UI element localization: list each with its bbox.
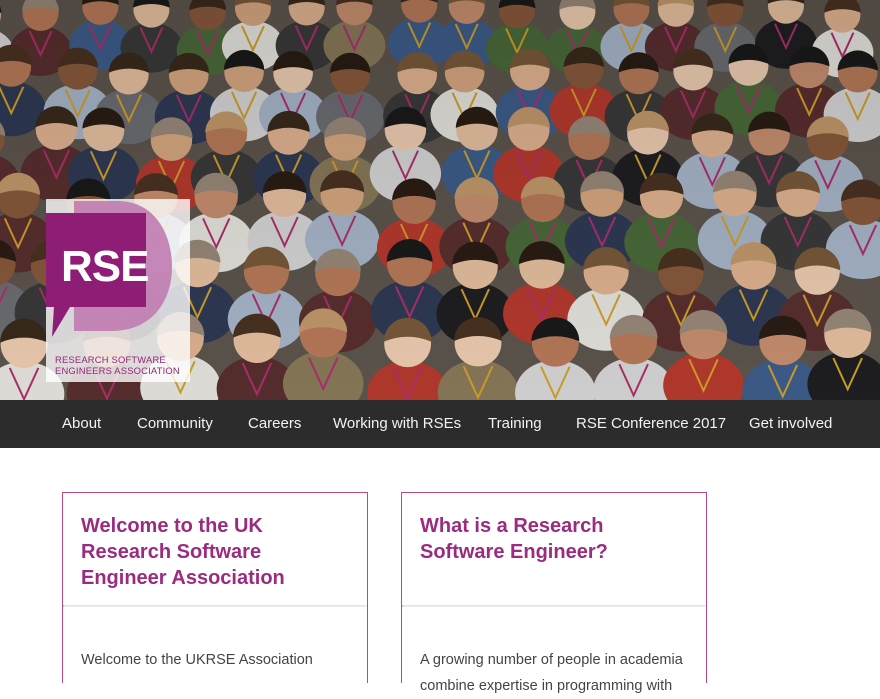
nav-training[interactable]: Training — [488, 400, 542, 448]
welcome-card: Welcome to the UK Research Software Engi… — [62, 492, 368, 683]
nav-rse-conference-2017[interactable]: RSE Conference 2017 — [576, 400, 726, 448]
card-divider — [402, 605, 706, 607]
welcome-card-text: Welcome to the UKRSE Association — [81, 652, 313, 668]
what-is-rse-card-title[interactable]: What is a Research Software Engineer? — [420, 513, 688, 605]
logo-subtitle: RESEARCH SOFTWARE ENGINEERS ASSOCIATION — [55, 354, 187, 376]
logo-subtitle-line2: ENGINEERS ASSOCIATION — [55, 365, 180, 376]
rse-logo[interactable]: RSE RESEARCH SOFTWARE ENGINEERS ASSOCIAT… — [46, 199, 190, 382]
nav-careers[interactable]: Careers — [248, 400, 301, 448]
nav-community[interactable]: Community — [137, 400, 213, 448]
card-divider — [63, 605, 367, 607]
logo-subtitle-line1: RESEARCH SOFTWARE — [55, 354, 166, 365]
welcome-card-title[interactable]: Welcome to the UK Research Software Engi… — [81, 513, 349, 605]
logo-letters: RSE — [61, 242, 149, 291]
nav-about[interactable]: About — [62, 400, 101, 448]
main-nav: About Community Careers Working with RSE… — [0, 400, 880, 448]
nav-get-involved[interactable]: Get involved — [749, 400, 832, 448]
what-is-rse-card: What is a Research Software Engineer? A … — [401, 492, 707, 694]
what-is-rse-card-text: A growing number of people in academia c… — [420, 652, 683, 694]
hero-crowd-photo: RSE RESEARCH SOFTWARE ENGINEERS ASSOCIAT… — [0, 0, 880, 400]
nav-working-with-rses[interactable]: Working with RSEs — [333, 400, 461, 448]
